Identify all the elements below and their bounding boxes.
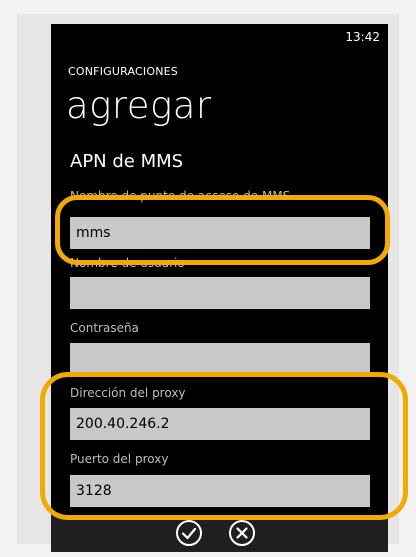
page-title: agregar	[66, 84, 212, 127]
username-input[interactable]	[70, 277, 370, 309]
cancel-icon[interactable]	[227, 518, 257, 548]
app-bar	[51, 515, 388, 552]
highlight-proxy-fields	[40, 372, 408, 520]
app-title: CONFIGURACIONES	[68, 65, 178, 78]
check-icon[interactable]	[174, 518, 204, 548]
highlight-apn-field	[55, 195, 390, 265]
section-title: APN de MMS	[70, 151, 184, 172]
password-input[interactable]	[70, 343, 370, 375]
password-label: Contraseña	[70, 321, 139, 335]
status-time: 13:42	[345, 30, 380, 44]
